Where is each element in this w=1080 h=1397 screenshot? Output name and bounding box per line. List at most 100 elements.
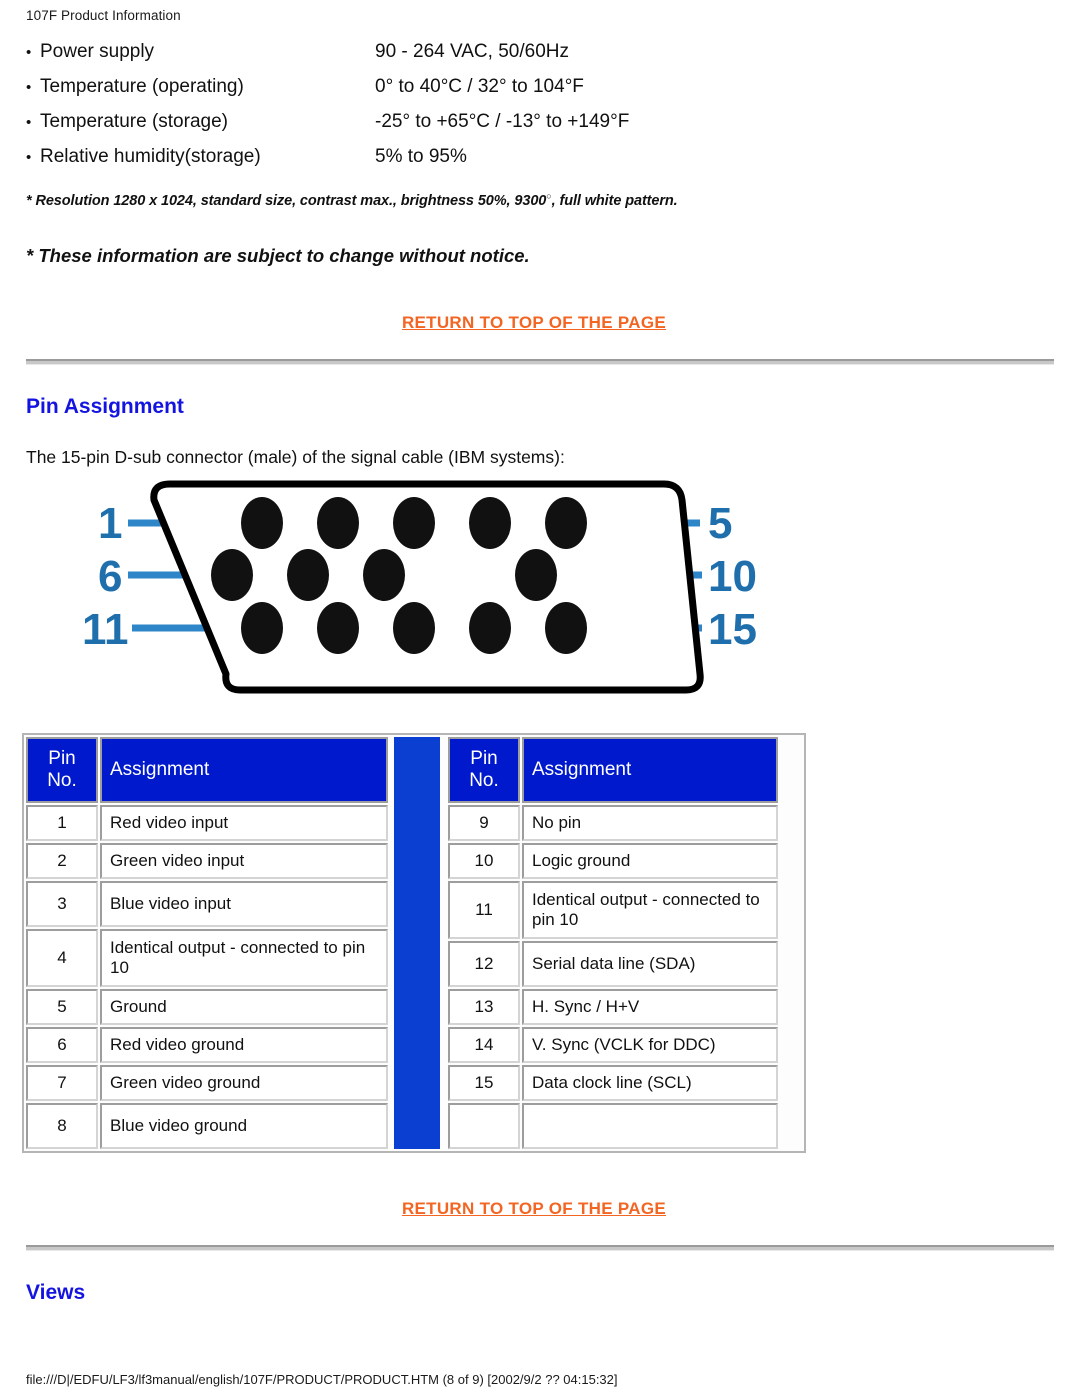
spec-label: Power supply [40, 41, 155, 62]
table-row: 1 Red video input [26, 804, 388, 841]
pin-assignment-heading: Pin Assignment [26, 394, 184, 418]
spec-label: Relative humidity(storage) [40, 146, 261, 167]
bullet-icon: • [26, 44, 32, 61]
connector-label-6: 6 [98, 552, 122, 601]
dsub-connector-diagram: 1 5 6 10 11 15 [0, 478, 1080, 723]
pin-no-line-1: Pin [48, 747, 76, 769]
pin-assignment-cell: Serial data line (SDA) [522, 940, 778, 987]
pin-number-cell [448, 1102, 520, 1149]
column-header-pin-no: Pin No. [448, 736, 520, 803]
connector-label-11: 11 [82, 605, 129, 654]
return-to-top-link-1[interactable]: RETURN TO TOP OF THE PAGE [402, 313, 666, 332]
pin-table-left: Pin No. Assignment 1 Red video input 2 G… [24, 735, 390, 1151]
pin-number-cell: 3 [26, 880, 98, 927]
pin-number-cell: 2 [26, 842, 98, 879]
pin-assignment-intro: The 15-pin D-sub connector (male) of the… [26, 446, 565, 467]
status-bar-path: file:///D|/EDFU/LF3/lf3manual/english/10… [26, 1372, 618, 1387]
pin-assignment-cell: No pin [522, 804, 778, 841]
pin-number-cell: 10 [448, 842, 520, 879]
dsub-connector-svg: 1 5 6 10 11 15 [82, 480, 757, 694]
pin-table-right: Pin No. Assignment 9 No pin 10 Logic gro… [446, 735, 780, 1151]
table-row: 5 Ground [26, 988, 388, 1025]
pin-assignment-tables: Pin No. Assignment 1 Red video input 2 G… [22, 732, 806, 1153]
spec-label: Temperature (operating) [40, 76, 244, 97]
views-heading: Views [26, 1280, 86, 1304]
return-link-container-top: RETURN TO TOP OF THE PAGE [0, 313, 1080, 333]
table-row: 15 Data clock line (SCL) [448, 1064, 778, 1101]
connector-label-5: 5 [708, 499, 732, 548]
return-to-top-link-2[interactable]: RETURN TO TOP OF THE PAGE [402, 1199, 666, 1218]
table-row: 11 Identical output - connected to pin 1… [448, 880, 778, 939]
spec-value: 90 - 264 VAC, 50/60Hz [375, 41, 569, 62]
pin-assignment-cell: Green video ground [100, 1064, 388, 1101]
section-divider-2 [26, 1244, 1054, 1251]
pin-no-line-1: Pin [470, 747, 498, 769]
resolution-footnote-text: * Resolution 1280 x 1024, standard size,… [26, 192, 547, 209]
pin-no-line-2: No. [47, 769, 77, 791]
return-link-container-bottom: RETURN TO TOP OF THE PAGE [0, 1199, 1080, 1219]
page-header-title: 107F Product Information [26, 8, 181, 23]
pin-assignment-cell: Blue video input [100, 880, 388, 927]
table-row: 10 Logic ground [448, 842, 778, 879]
section-divider-1 [26, 358, 1054, 365]
pin-number-cell: 9 [448, 804, 520, 841]
pin-number-cell: 11 [448, 880, 520, 939]
table-row: 6 Red video ground [26, 1026, 388, 1063]
table-row: 2 Green video input [26, 842, 388, 879]
resolution-footnote: * Resolution 1280 x 1024, standard size,… [26, 191, 1080, 209]
column-header-pin-no: Pin No. [26, 736, 98, 803]
table-row: 4 Identical output - connected to pin 10 [26, 928, 388, 987]
column-header-assignment: Assignment [100, 736, 388, 803]
pin-assignment-cell: Identical output - connected to pin 10 [522, 880, 778, 939]
table-header-row: Pin No. Assignment [26, 736, 388, 803]
spec-row: • Temperature (storage) -25° to +65°C / … [26, 105, 1080, 140]
pin-assignment-cell [522, 1102, 778, 1149]
pin-assignment-cell: H. Sync / H+V [522, 988, 778, 1025]
table-row [448, 1102, 778, 1149]
spec-row: • Relative humidity(storage) 5% to 95% [26, 140, 1080, 175]
pin-number-cell: 6 [26, 1026, 98, 1063]
pin-assignment-cell: Green video input [100, 842, 388, 879]
table-row: 7 Green video ground [26, 1064, 388, 1101]
pin-assignment-cell: Blue video ground [100, 1102, 388, 1149]
column-header-assignment: Assignment [522, 736, 778, 803]
pin-assignment-cell: Red video input [100, 804, 388, 841]
pin-number-cell: 4 [26, 928, 98, 987]
pin-number-cell: 1 [26, 804, 98, 841]
spec-row: • Power supply 90 - 264 VAC, 50/60Hz [26, 35, 1080, 70]
spec-row: • Temperature (operating) 0° to 40°C / 3… [26, 70, 1080, 105]
table-row: 13 H. Sync / H+V [448, 988, 778, 1025]
pin-number-cell: 8 [26, 1102, 98, 1149]
pin-number-cell: 12 [448, 940, 520, 987]
spec-value: 5% to 95% [375, 146, 467, 167]
pin-number-cell: 5 [26, 988, 98, 1025]
table-row: 9 No pin [448, 804, 778, 841]
connector-label-15: 15 [708, 605, 757, 654]
pin-no-line-2: No. [469, 769, 499, 791]
pin-number-cell: 15 [448, 1064, 520, 1101]
pin-assignment-cell: Identical output - connected to pin 10 [100, 928, 388, 987]
table-row: 14 V. Sync (VCLK for DDC) [448, 1026, 778, 1063]
pin-number-cell: 14 [448, 1026, 520, 1063]
bullet-icon: • [26, 114, 32, 131]
pin-assignment-cell: Ground [100, 988, 388, 1025]
connector-label-1: 1 [98, 499, 122, 548]
spec-label: Temperature (storage) [40, 111, 228, 132]
table-row: 8 Blue video ground [26, 1102, 388, 1149]
pin-assignment-cell: V. Sync (VCLK for DDC) [522, 1026, 778, 1063]
connector-label-10: 10 [708, 552, 757, 601]
table-blue-divider [394, 736, 440, 1149]
pin-assignment-cell: Red video ground [100, 1026, 388, 1063]
specifications-list: • Power supply 90 - 264 VAC, 50/60Hz • T… [0, 35, 1080, 175]
change-notice: * These information are subject to chang… [26, 244, 530, 266]
spec-value: -25° to +65°C / -13° to +149°F [375, 111, 630, 132]
pin-number-cell: 13 [448, 988, 520, 1025]
pin-assignment-cell: Logic ground [522, 842, 778, 879]
table-header-row: Pin No. Assignment [448, 736, 778, 803]
bullet-icon: • [26, 149, 32, 166]
table-row: 3 Blue video input [26, 880, 388, 927]
resolution-footnote-tail: , full white pattern. [551, 192, 678, 209]
pin-assignment-cell: Data clock line (SCL) [522, 1064, 778, 1101]
table-row: 12 Serial data line (SDA) [448, 940, 778, 987]
bullet-icon: • [26, 79, 32, 96]
